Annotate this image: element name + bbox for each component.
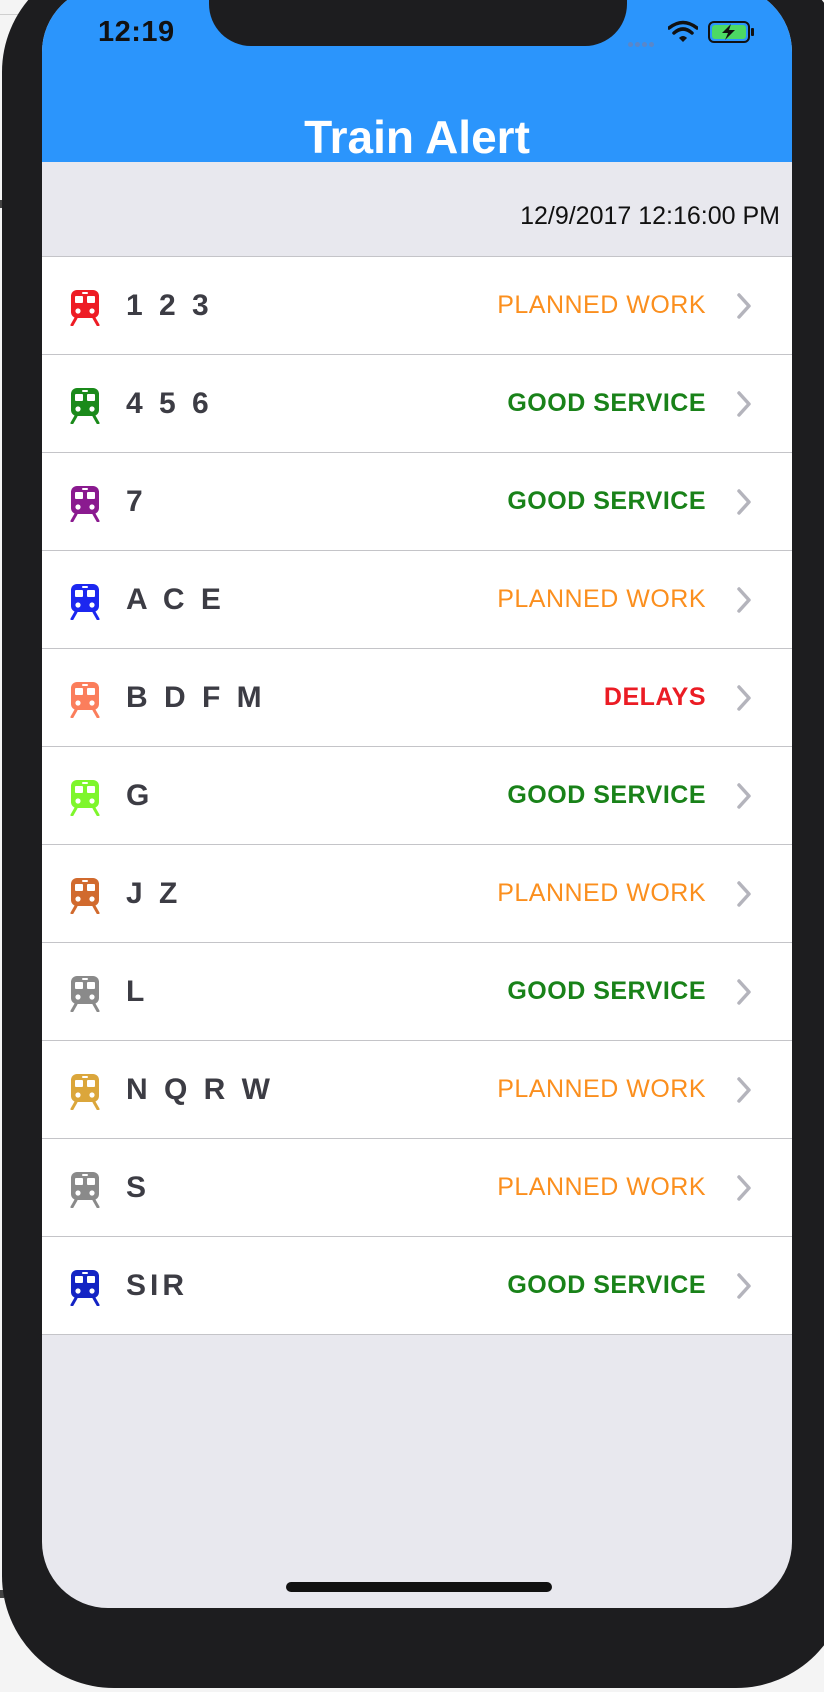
service-status: PLANNED WORK [497,585,706,613]
chevron-right-icon [737,391,751,417]
train-icon [70,290,100,326]
last-updated-timestamp: 12/9/2017 12:16:00 PM [520,202,780,230]
line-name: N Q R W [126,1073,274,1106]
chevron-right-icon [737,293,751,319]
service-status: PLANNED WORK [497,1173,706,1201]
train-line-row[interactable]: N Q R W PLANNED WORK [42,1041,792,1139]
train-icon [70,780,100,816]
service-status: PLANNED WORK [497,1075,706,1103]
service-status: PLANNED WORK [497,879,706,907]
service-status: GOOD SERVICE [507,1271,706,1299]
line-name: B D F M [126,681,266,714]
train-line-row[interactable]: S PLANNED WORK [42,1139,792,1237]
train-line-row[interactable]: SIR GOOD SERVICE [42,1237,792,1334]
page-title: Train Alert [304,111,530,163]
train-line-row[interactable]: A C E PLANNED WORK [42,551,792,649]
train-icon [70,486,100,522]
service-status: PLANNED WORK [497,291,706,319]
line-name: S [126,1171,151,1204]
train-icon [70,1270,100,1306]
train-icon [70,1074,100,1110]
chevron-right-icon [737,881,751,907]
train-icon [70,1172,100,1208]
train-icon [70,584,100,620]
train-line-row[interactable]: 1 2 3 PLANNED WORK [42,257,792,355]
battery-charging-icon [708,21,754,43]
chevron-right-icon [737,1175,751,1201]
home-indicator[interactable] [286,1582,552,1592]
chevron-right-icon [737,1077,751,1103]
phone-frame: 12:19 Train Alert 12/9/2017 12:16:00 PM [2,0,824,1688]
train-line-row[interactable]: G GOOD SERVICE [42,747,792,845]
line-name: 4 5 6 [126,387,213,420]
cellular-signal-icon [628,34,656,52]
train-icon [70,878,100,914]
service-status: GOOD SERVICE [507,977,706,1005]
chevron-right-icon [737,489,751,515]
status-time: 12:19 [98,16,175,48]
line-name: SIR [126,1269,189,1302]
train-line-row[interactable]: J Z PLANNED WORK [42,845,792,943]
chevron-right-icon [737,685,751,711]
train-line-row[interactable]: B D F M DELAYS [42,649,792,747]
train-line-row[interactable]: L GOOD SERVICE [42,943,792,1041]
train-line-list: 1 2 3 PLANNED WORK 4 5 6 GOOD SERVICE 7 GOOD … [42,256,792,1335]
line-name: L [126,975,149,1008]
train-icon [70,388,100,424]
line-name: 7 [126,485,147,518]
train-line-row[interactable]: 7 GOOD SERVICE [42,453,792,551]
chevron-right-icon [737,783,751,809]
chevron-right-icon [737,1273,751,1299]
line-name: A C E [126,583,225,616]
chevron-right-icon [737,979,751,1005]
line-name: J Z [126,877,182,910]
service-status: GOOD SERVICE [507,487,706,515]
app-screen: 12:19 Train Alert 12/9/2017 12:16:00 PM [42,0,792,1608]
chevron-right-icon [737,587,751,613]
device-notch [209,0,627,46]
status-icons [628,20,758,47]
service-status: GOOD SERVICE [507,781,706,809]
service-status: GOOD SERVICE [507,389,706,417]
line-name: G [126,779,154,812]
train-line-row[interactable]: 4 5 6 GOOD SERVICE [42,355,792,453]
train-icon [70,976,100,1012]
wifi-icon [668,20,698,42]
line-name: 1 2 3 [126,289,213,322]
service-status: DELAYS [603,683,706,711]
train-icon [70,682,100,718]
